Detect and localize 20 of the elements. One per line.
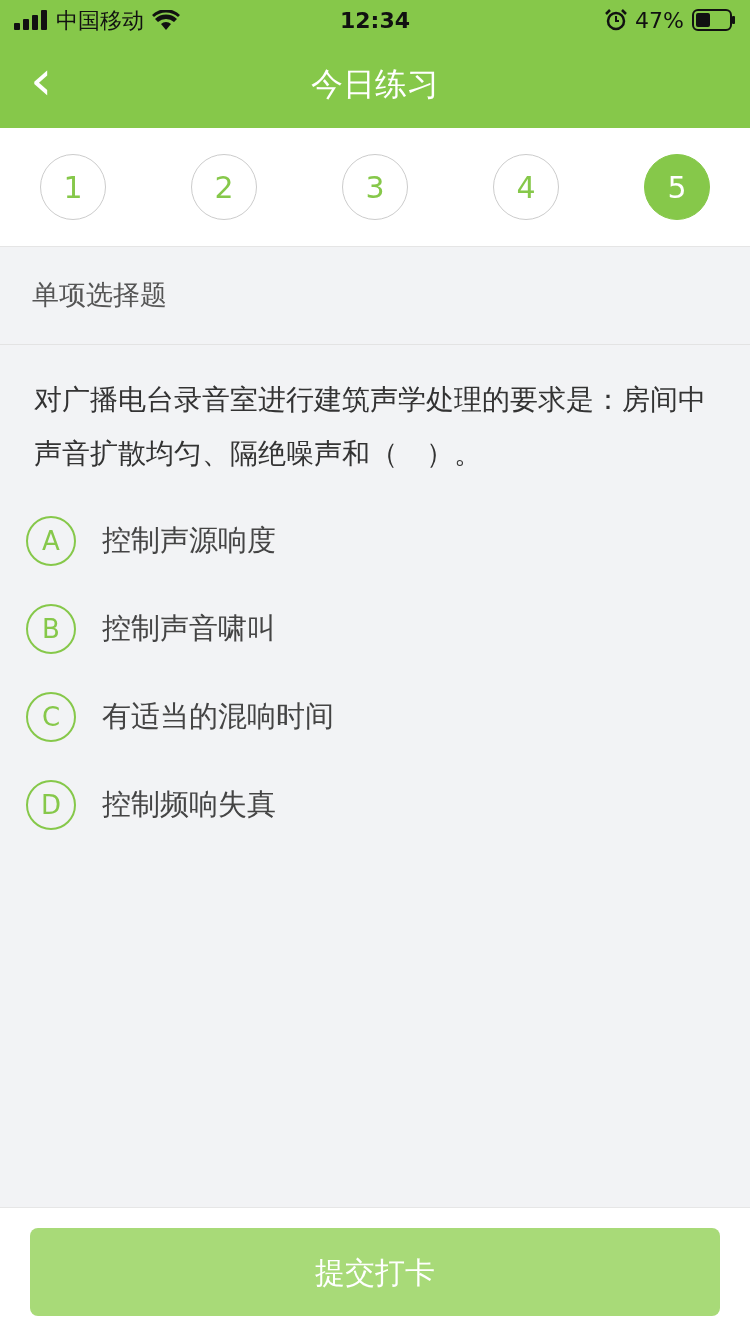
back-button[interactable]: ‹: [22, 52, 61, 108]
answer-option[interactable]: D 控制频响失真: [0, 761, 750, 849]
question-number-tab[interactable]: 4: [493, 154, 559, 220]
question-text: 对广播电台录音室进行建筑声学处理的要求是：房间中声音扩散均匀、隔绝噪声和（ ）。: [33, 382, 707, 472]
battery-percent: 47%: [635, 6, 684, 35]
signal-icon: [14, 10, 48, 30]
question-number-tab[interactable]: 5: [644, 154, 710, 220]
question-type: 单项选择题: [0, 247, 750, 345]
alarm-icon: [605, 9, 628, 31]
battery-icon: [692, 9, 736, 31]
answer-option[interactable]: B 控制声音啸叫: [0, 585, 750, 673]
status-time: 12:34: [340, 6, 410, 35]
question-number-tab[interactable]: 3: [342, 154, 408, 220]
question-number-tab[interactable]: 2: [191, 154, 257, 220]
wifi-icon: [152, 10, 180, 30]
answer-option[interactable]: A 控制声源响度: [0, 497, 750, 585]
question-number-tab[interactable]: 1: [40, 154, 106, 220]
answer-option[interactable]: C 有适当的混响时间: [0, 673, 750, 761]
page-title: 今日练习: [311, 64, 439, 105]
carrier-name: 中国移动: [56, 6, 144, 35]
